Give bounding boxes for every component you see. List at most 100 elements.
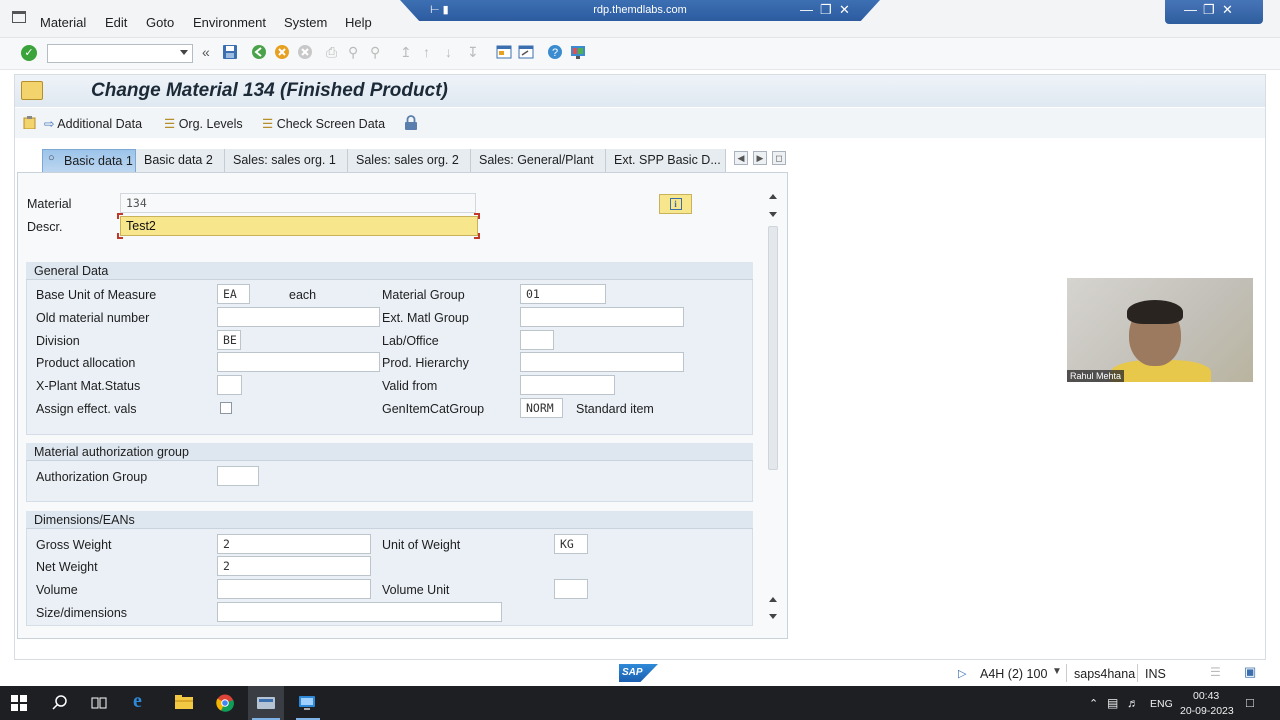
menu-edit[interactable]: Edit [105,15,127,30]
base-uom-field[interactable]: EA [217,284,250,304]
notifications-icon[interactable]: □ [1246,695,1254,710]
status-expand-icon[interactable]: ▷ [958,667,966,680]
dimensions-header [26,511,753,529]
prod-hierarchy-field[interactable] [520,352,684,372]
description-field[interactable]: Test2 [120,216,478,236]
arrow-right-icon: ⇨ [44,117,55,131]
menu-material[interactable]: Material [40,15,86,30]
scroll-down-icon[interactable] [769,614,777,619]
input-language[interactable]: ENG [1150,698,1173,710]
old-material-field[interactable] [217,307,380,327]
remote-desktop-icon[interactable] [298,694,316,712]
ext-matl-group-field[interactable] [520,307,684,327]
menu-goto[interactable]: Goto [146,15,174,30]
focus-corner [117,233,123,239]
tab-sales-org-2[interactable]: Sales: sales org. 2 [348,149,471,172]
create-session-icon[interactable] [496,44,512,60]
task-view-icon[interactable] [91,695,109,713]
gen-item-cat-label: GenItemCatGroup [382,402,485,416]
tab-scroll-left-icon[interactable]: ◀ [734,151,748,165]
gross-weight-field[interactable]: 2 [217,534,371,554]
division-field[interactable]: BE [217,330,241,350]
vertical-scrollbar[interactable] [766,190,781,626]
authorization-group-label: Authorization Group [36,470,148,484]
tab-sales-general-plant[interactable]: Sales: General/Plant [471,149,606,172]
volume-field[interactable] [217,579,371,599]
net-weight-field[interactable]: 2 [217,556,371,576]
back-icon[interactable] [251,44,267,60]
scroll-up-icon[interactable] [769,597,777,602]
tab-basic-data-1[interactable]: Basic data 1 [42,149,136,172]
clipboard-icon[interactable] [23,116,36,129]
next-page-icon[interactable]: ↓ [445,44,452,60]
menu-environment[interactable]: Environment [193,15,266,30]
edge-browser-icon[interactable]: e [133,690,142,713]
tab-sales-org-1[interactable]: Sales: sales org. 1 [225,149,348,172]
enter-check-icon[interactable]: ✓ [21,45,37,61]
check-screen-data-button[interactable]: ☰ Check Screen Data [262,116,385,131]
gen-item-cat-field[interactable]: NORM [520,398,563,418]
minimize-icon[interactable]: — [1184,2,1197,17]
sap-logon-icon[interactable] [257,695,275,713]
print-icon[interactable]: ⎙ [326,44,337,61]
product-allocation-field[interactable] [217,352,380,372]
volume-icon[interactable]: ♬ [1127,696,1139,710]
rdp-restore-icon[interactable]: ❐ [820,2,832,18]
transaction-icon [21,81,43,100]
command-field[interactable] [47,44,193,63]
tab-ext-spp-basic[interactable]: Ext. SPP Basic D... [606,149,726,172]
volume-unit-field[interactable] [554,579,588,599]
size-dimensions-field[interactable] [217,602,502,622]
search-icon[interactable] [52,695,70,713]
tab-list-icon[interactable]: ◻ [772,151,786,165]
xplant-status-field[interactable] [217,375,242,395]
clock-date[interactable]: 20-09-2023 [1180,705,1234,717]
material-number-field[interactable]: 134 [120,193,476,213]
close-icon[interactable]: ✕ [1222,2,1233,18]
windows-start-icon[interactable] [11,695,29,713]
unit-of-weight-field[interactable]: KG [554,534,588,554]
customize-layout-icon[interactable] [570,44,586,60]
tab-basic-data-2[interactable]: Basic data 2 [136,149,225,172]
additional-data-label: Additional Data [57,117,143,131]
chevron-down-icon[interactable] [180,50,188,55]
network-icon[interactable]: ▤ [1107,696,1118,710]
lock-icon[interactable] [404,115,418,131]
rdp-close-icon[interactable]: ✕ [839,2,850,18]
scroll-down-icon[interactable] [769,212,777,217]
file-explorer-icon[interactable] [175,694,193,712]
info-button[interactable]: i [659,194,692,214]
base-uom-text: each [289,288,317,302]
chrome-icon[interactable] [216,694,234,712]
valid-from-field[interactable] [520,375,615,395]
material-group-field[interactable]: 01 [520,284,606,304]
previous-page-icon[interactable]: ↑ [423,44,430,60]
find-next-icon[interactable]: ⚲ [370,44,380,61]
authorization-group-field[interactable] [217,466,259,486]
last-page-icon[interactable]: ↧ [467,44,479,61]
find-icon[interactable]: ⚲ [348,44,358,61]
help-icon[interactable]: ? [547,44,563,60]
scroll-up-icon[interactable] [769,194,777,199]
tab-pointer-icon: ○ [48,152,55,164]
collapse-icon[interactable]: « [202,44,210,60]
additional-data-button[interactable]: ⇨ Additional Data [44,116,142,131]
clock-time[interactable]: 00:43 [1193,690,1219,702]
save-icon[interactable] [222,44,238,60]
menu-help[interactable]: Help [345,15,372,30]
scrollbar-thumb[interactable] [768,226,778,470]
lab-office-field[interactable] [520,330,554,350]
cancel-icon[interactable] [297,44,313,60]
first-page-icon[interactable]: ↥ [400,44,412,61]
chevron-down-icon[interactable]: ▼ [1052,666,1062,677]
menu-icon[interactable] [12,11,26,23]
menu-system[interactable]: System [284,15,327,30]
rdp-minimize-icon[interactable]: — [800,2,813,17]
restore-icon[interactable]: ❐ [1203,2,1215,18]
chevron-up-icon[interactable]: ⌃ [1089,697,1098,710]
assign-effect-checkbox[interactable] [220,402,232,414]
tab-scroll-right-icon[interactable]: ▶ [753,151,767,165]
shortcut-icon[interactable] [518,44,534,60]
org-levels-button[interactable]: ☰ Org. Levels [164,116,243,131]
exit-icon[interactable] [274,44,290,60]
